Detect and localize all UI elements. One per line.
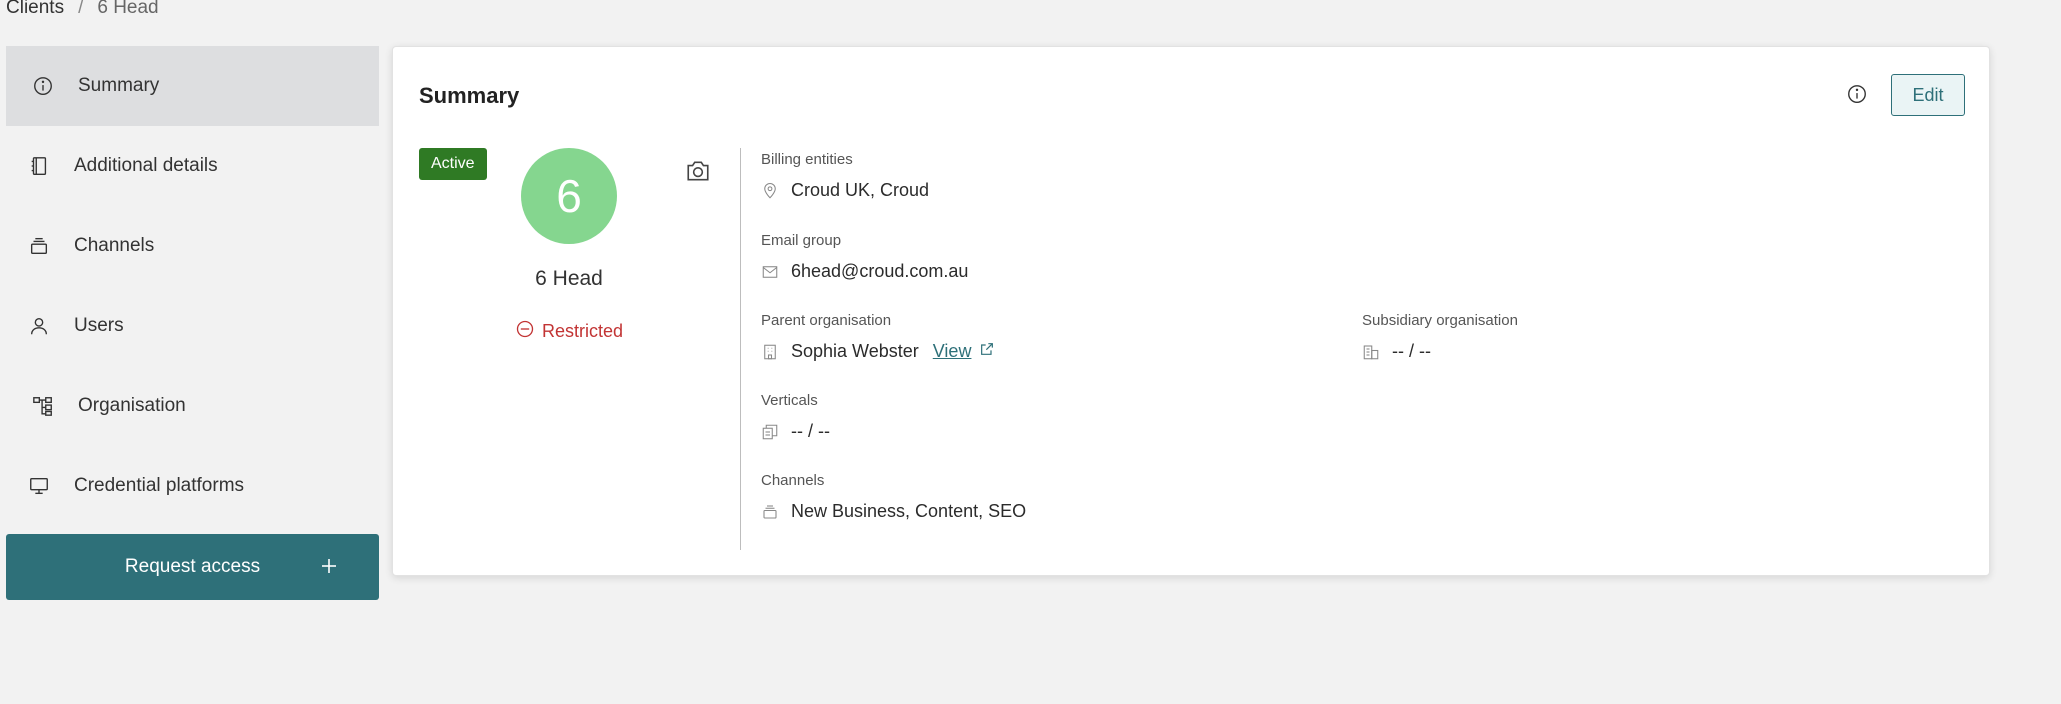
summary-card: Summary Edit Active 6 6 Head Restricted …: [392, 46, 1990, 576]
building-icon: [761, 343, 779, 361]
sidebar-item-label: Channels: [74, 235, 155, 256]
request-access-button[interactable]: Request access: [6, 534, 379, 600]
request-access-label: Request access: [124, 556, 261, 577]
view-link-label: View: [932, 341, 972, 361]
mail-icon: [761, 263, 779, 281]
copy-icon: [761, 423, 779, 441]
user-icon: [28, 315, 50, 337]
divider: [740, 148, 741, 550]
sidebar-item-label: Credential platforms: [74, 475, 245, 496]
field-value: Croud UK, Croud: [791, 180, 930, 200]
sidebar-item-label: Additional details: [74, 155, 218, 176]
field-label: Parent organisation: [761, 312, 892, 329]
breadcrumb-separator: /: [78, 0, 84, 18]
field-label: Channels: [761, 472, 825, 489]
sidebar-item-credential-platforms[interactable]: Credential platforms: [6, 446, 379, 526]
billing-entities-field: Billing entities Croud UK, Croud: [761, 151, 929, 201]
field-value: Sophia Webster: [791, 341, 919, 361]
sidebar-item-label: Users: [74, 315, 124, 336]
location-pin-icon: [761, 182, 779, 200]
sidebar-item-users[interactable]: Users: [6, 286, 379, 366]
org-chart-icon: [32, 395, 54, 417]
breadcrumb-clients-link[interactable]: Clients: [6, 0, 64, 19]
access-status-label: Restricted: [541, 321, 624, 341]
avatar: 6: [521, 148, 617, 244]
field-label: Subsidiary organisation: [1362, 312, 1518, 329]
subsidiary-organisation-field: Subsidiary organisation -- / --: [1362, 312, 1518, 362]
sidebar: Summary Additional details Channels User…: [6, 46, 379, 600]
field-value: 6head@croud.com.au: [791, 261, 969, 281]
monitor-icon: [28, 475, 50, 497]
plus-icon: [317, 554, 341, 578]
client-name: 6 Head: [535, 267, 603, 290]
field-label: Verticals: [761, 392, 818, 409]
field-value: -- / --: [791, 421, 830, 441]
channels-field: Channels New Business, Content, SEO: [761, 472, 1026, 522]
info-icon: [32, 75, 54, 97]
status-badge: Active: [419, 148, 487, 180]
email-group-field: Email group 6head@croud.com.au: [761, 232, 968, 282]
stack-icon: [28, 235, 50, 257]
sidebar-item-channels[interactable]: Channels: [6, 206, 379, 286]
access-status: Restricted: [453, 319, 685, 344]
external-link-icon: [979, 341, 995, 362]
camera-icon[interactable]: [685, 158, 711, 184]
field-label: Email group: [761, 232, 842, 249]
sidebar-item-additional-details[interactable]: Additional details: [6, 126, 379, 206]
field-value: -- / --: [1392, 341, 1431, 361]
field-label: Billing entities: [761, 151, 853, 168]
info-icon[interactable]: [1846, 83, 1870, 107]
field-value: New Business, Content, SEO: [791, 501, 1027, 521]
sidebar-item-label: Organisation: [78, 395, 186, 416]
stack-icon: [761, 503, 779, 521]
sidebar-item-organisation[interactable]: Organisation: [6, 366, 379, 446]
notebook-icon: [28, 155, 50, 177]
breadcrumb: Clients / 6 Head: [6, 0, 159, 19]
minus-circle-icon: [515, 319, 535, 344]
parent-organisation-field: Parent organisation Sophia Webster View: [761, 312, 995, 362]
verticals-field: Verticals -- / --: [761, 392, 830, 442]
view-parent-link[interactable]: View: [933, 341, 996, 362]
card-title: Summary: [419, 83, 520, 108]
breadcrumb-current: 6 Head: [97, 0, 159, 18]
buildings-icon: [1362, 343, 1380, 361]
edit-button[interactable]: Edit: [1891, 74, 1965, 116]
sidebar-item-summary[interactable]: Summary: [6, 46, 379, 126]
sidebar-item-label: Summary: [78, 75, 160, 96]
